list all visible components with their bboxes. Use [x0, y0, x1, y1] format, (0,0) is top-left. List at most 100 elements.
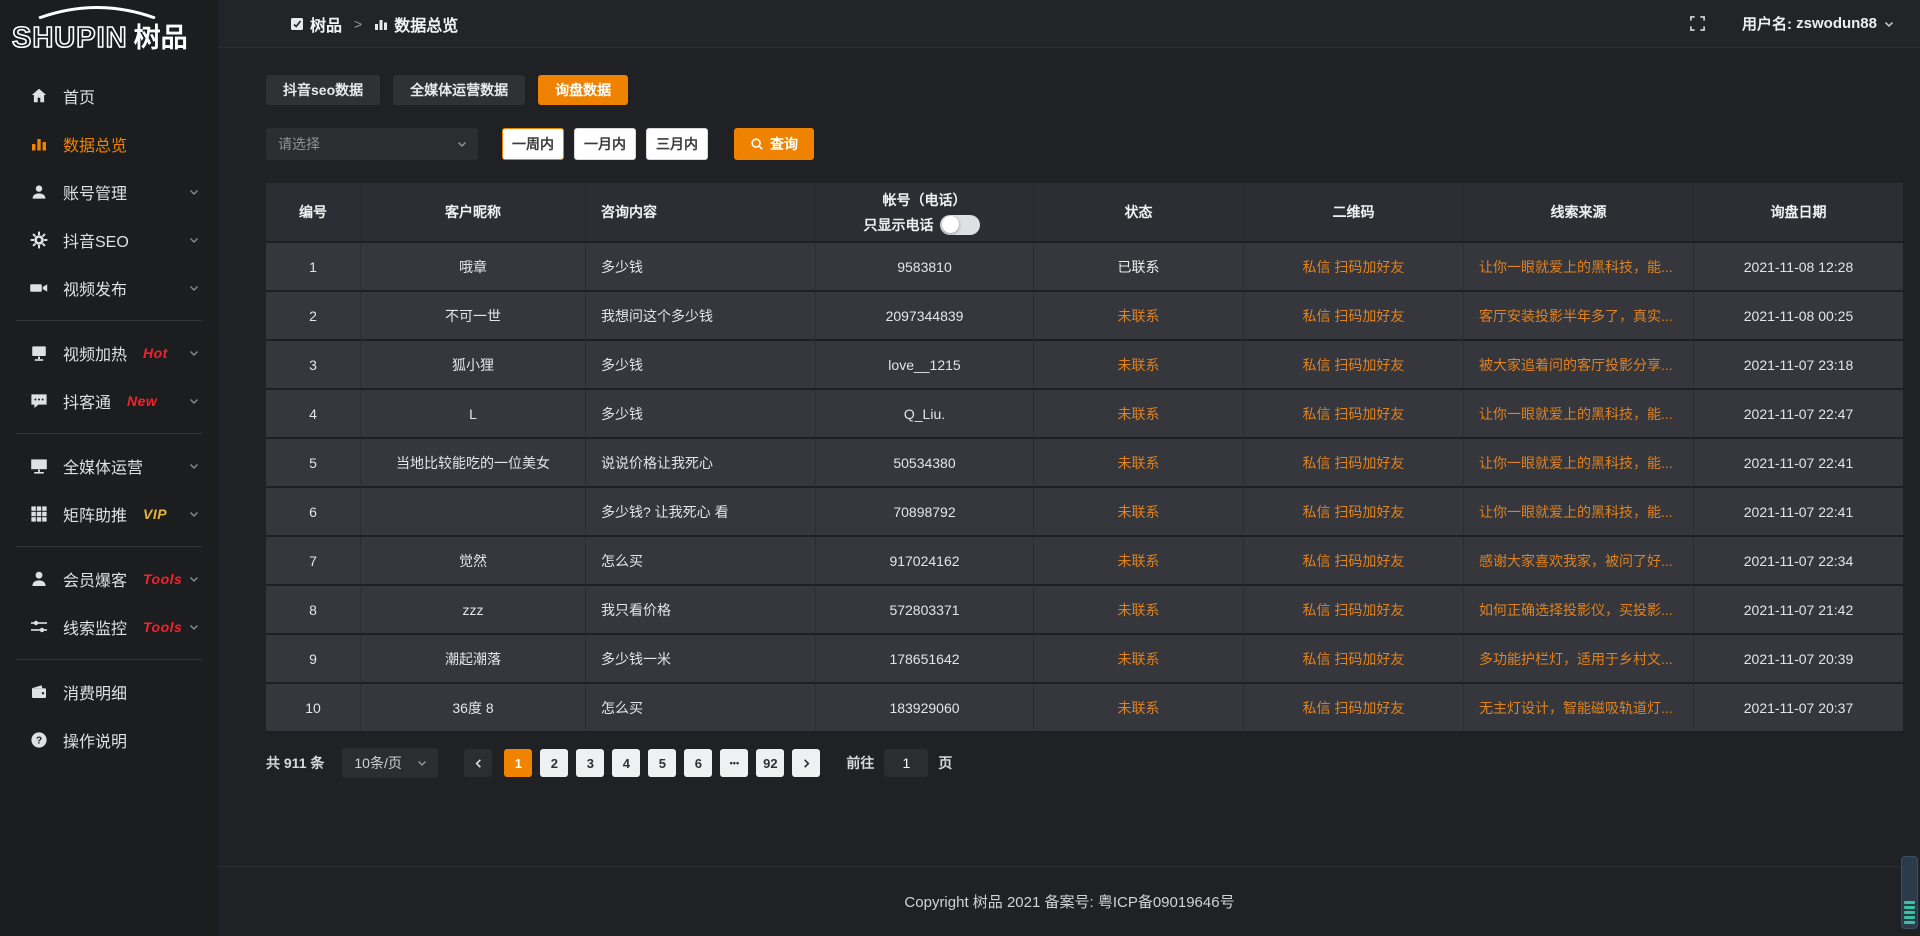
page-button-1[interactable]: 1 — [504, 749, 532, 777]
svg-text:?: ? — [36, 735, 42, 746]
app-root: SHUPIN树品 首页数据总览账号管理抖音SEO视频发布视频加热Hot抖客通Ne… — [0, 0, 1920, 936]
cell-content: 怎么买 — [586, 684, 816, 733]
cell-source[interactable]: 被大家追着问的客厅投影分享... — [1464, 341, 1694, 390]
sidebar-item-8[interactable]: 矩阵助推VIP — [0, 490, 218, 538]
page-button-3[interactable]: 3 — [576, 749, 604, 777]
video-icon — [30, 279, 48, 297]
chevron-down-icon — [188, 573, 200, 585]
sidebar-item-10[interactable]: 线索监控Tools — [0, 603, 218, 651]
page-button-6[interactable]: 6 — [684, 749, 712, 777]
cell-qrcode[interactable]: 私信 扫码加好友 — [1244, 488, 1464, 537]
breadcrumb-item-page[interactable]: 数据总览 — [374, 12, 458, 36]
sidebar-item-4[interactable]: 视频发布 — [0, 264, 218, 312]
next-page-button[interactable] — [792, 749, 820, 777]
cell-status: 未联系 — [1034, 390, 1244, 439]
sidebar-divider — [16, 546, 202, 547]
cell-content: 多少钱 — [586, 243, 816, 292]
cell-source[interactable]: 如何正确选择投影仪，买投影... — [1464, 586, 1694, 635]
goto-label: 前往 — [846, 753, 874, 773]
sidebar-item-label: 线索监控 — [63, 615, 127, 639]
page-button-4[interactable]: 4 — [612, 749, 640, 777]
cell-nickname: 潮起潮落 — [361, 635, 586, 684]
logo-text-en: SHUPIN — [12, 22, 128, 54]
sidebar-item-0[interactable]: 首页 — [0, 72, 218, 120]
cell-account: 70898792 — [816, 488, 1034, 537]
filter-select[interactable]: 请选择 — [266, 128, 478, 160]
cell-status: 已联系 — [1034, 243, 1244, 292]
cell-qrcode[interactable]: 私信 扫码加好友 — [1244, 439, 1464, 488]
page-button-2[interactable]: 2 — [540, 749, 568, 777]
sidebar-item-5[interactable]: 视频加热Hot — [0, 329, 218, 377]
app-logo[interactable]: SHUPIN树品 — [0, 0, 218, 64]
tab-2[interactable]: 询盘数据 — [538, 75, 628, 105]
col-header-index: 编号 — [266, 183, 361, 243]
member-icon — [30, 570, 48, 588]
user-menu[interactable]: 用户名: zswodun88 — [1742, 13, 1895, 34]
cell-date: 2021-11-07 23:18 — [1694, 341, 1903, 390]
page-button-92[interactable]: 92 — [756, 749, 784, 777]
cell-nickname: zzz — [361, 586, 586, 635]
prev-page-button[interactable] — [464, 749, 492, 777]
cell-qrcode[interactable]: 私信 扫码加好友 — [1244, 586, 1464, 635]
breadcrumb-item-app[interactable]: 树品 — [290, 12, 342, 36]
cell-date: 2021-11-07 21:42 — [1694, 586, 1903, 635]
table-row: 9潮起潮落多少钱一米178651642未联系私信 扫码加好友多功能护栏灯，适用于… — [266, 635, 1903, 684]
cell-account: Q_Liu. — [816, 390, 1034, 439]
search-button[interactable]: 查询 — [734, 128, 814, 160]
user-icon — [30, 183, 48, 201]
sidebar-item-6[interactable]: 抖客通New — [0, 377, 218, 425]
cell-date: 2021-11-08 12:28 — [1694, 243, 1903, 292]
cell-qrcode[interactable]: 私信 扫码加好友 — [1244, 243, 1464, 292]
table-header: 编号 客户昵称 咨询内容 帐号（电话） 只显示电话 状态 二维码 线索来源 — [266, 183, 1903, 243]
per-page-select[interactable]: 10条/页 — [342, 748, 438, 778]
cell-qrcode[interactable]: 私信 扫码加好友 — [1244, 537, 1464, 586]
cell-qrcode[interactable]: 私信 扫码加好友 — [1244, 684, 1464, 733]
period-button-0[interactable]: 一周内 — [502, 128, 564, 160]
sidebar-item-label: 抖客通 — [63, 389, 111, 413]
cell-qrcode[interactable]: 私信 扫码加好友 — [1244, 341, 1464, 390]
period-button-1[interactable]: 一月内 — [574, 128, 636, 160]
floating-widget[interactable] — [1901, 856, 1918, 929]
footer: Copyright 树品 2021 备案号: 粤ICP备09019646号 — [218, 866, 1920, 936]
sidebar-item-1[interactable]: 数据总览 — [0, 120, 218, 168]
grid-icon — [30, 505, 48, 523]
cell-index: 7 — [266, 537, 361, 586]
page-button-5[interactable]: 5 — [648, 749, 676, 777]
cell-source[interactable]: 让你一眼就爱上的黑科技，能... — [1464, 439, 1694, 488]
cell-content: 多少钱一米 — [586, 635, 816, 684]
cell-qrcode[interactable]: 私信 扫码加好友 — [1244, 390, 1464, 439]
cell-account: 9583810 — [816, 243, 1034, 292]
filter-bar: 请选择 一周内一月内三月内 查询 — [266, 128, 1903, 160]
cell-source[interactable]: 让你一眼就爱上的黑科技，能... — [1464, 243, 1694, 292]
table-row: 8zzz我只看价格572803371未联系私信 扫码加好友如何正确选择投影仪，买… — [266, 586, 1903, 635]
fullscreen-icon[interactable] — [1689, 15, 1706, 32]
period-button-2[interactable]: 三月内 — [646, 128, 708, 160]
cell-status: 未联系 — [1034, 439, 1244, 488]
sidebar-item-3[interactable]: 抖音SEO — [0, 216, 218, 264]
cell-source[interactable]: 让你一眼就爱上的黑科技，能... — [1464, 390, 1694, 439]
page-unit-label: 页 — [938, 753, 952, 773]
table-row: 6多少钱? 让我死心 看70898792未联系私信 扫码加好友让你一眼就爱上的黑… — [266, 488, 1903, 537]
tab-0[interactable]: 抖音seo数据 — [266, 75, 380, 105]
cell-source[interactable]: 无主灯设计，智能磁吸轨道灯... — [1464, 684, 1694, 733]
phone-only-toggle[interactable] — [940, 215, 980, 235]
sidebar-item-2[interactable]: 账号管理 — [0, 168, 218, 216]
cell-source[interactable]: 多功能护栏灯，适用于乡村文... — [1464, 635, 1694, 684]
chevron-down-icon — [188, 234, 200, 246]
sidebar-item-11[interactable]: 消费明细 — [0, 668, 218, 716]
page-ellipsis-button[interactable]: ••• — [720, 749, 748, 777]
sidebar-item-12[interactable]: ?操作说明 — [0, 716, 218, 764]
goto-page-input[interactable] — [884, 749, 928, 777]
search-icon — [750, 137, 764, 151]
sidebar-divider — [16, 433, 202, 434]
cell-source[interactable]: 客厅安装投影半年多了，真实... — [1464, 292, 1694, 341]
cell-source[interactable]: 让你一眼就爱上的黑科技，能... — [1464, 488, 1694, 537]
tab-1[interactable]: 全媒体运营数据 — [393, 75, 525, 105]
cell-account: 2097344839 — [816, 292, 1034, 341]
sidebar-item-7[interactable]: 全媒体运营 — [0, 442, 218, 490]
logo-text-cn: 树品 — [134, 23, 188, 53]
cell-source[interactable]: 感谢大家喜欢我家，被问了好... — [1464, 537, 1694, 586]
sidebar-item-9[interactable]: 会员爆客Tools — [0, 555, 218, 603]
cell-qrcode[interactable]: 私信 扫码加好友 — [1244, 292, 1464, 341]
cell-qrcode[interactable]: 私信 扫码加好友 — [1244, 635, 1464, 684]
